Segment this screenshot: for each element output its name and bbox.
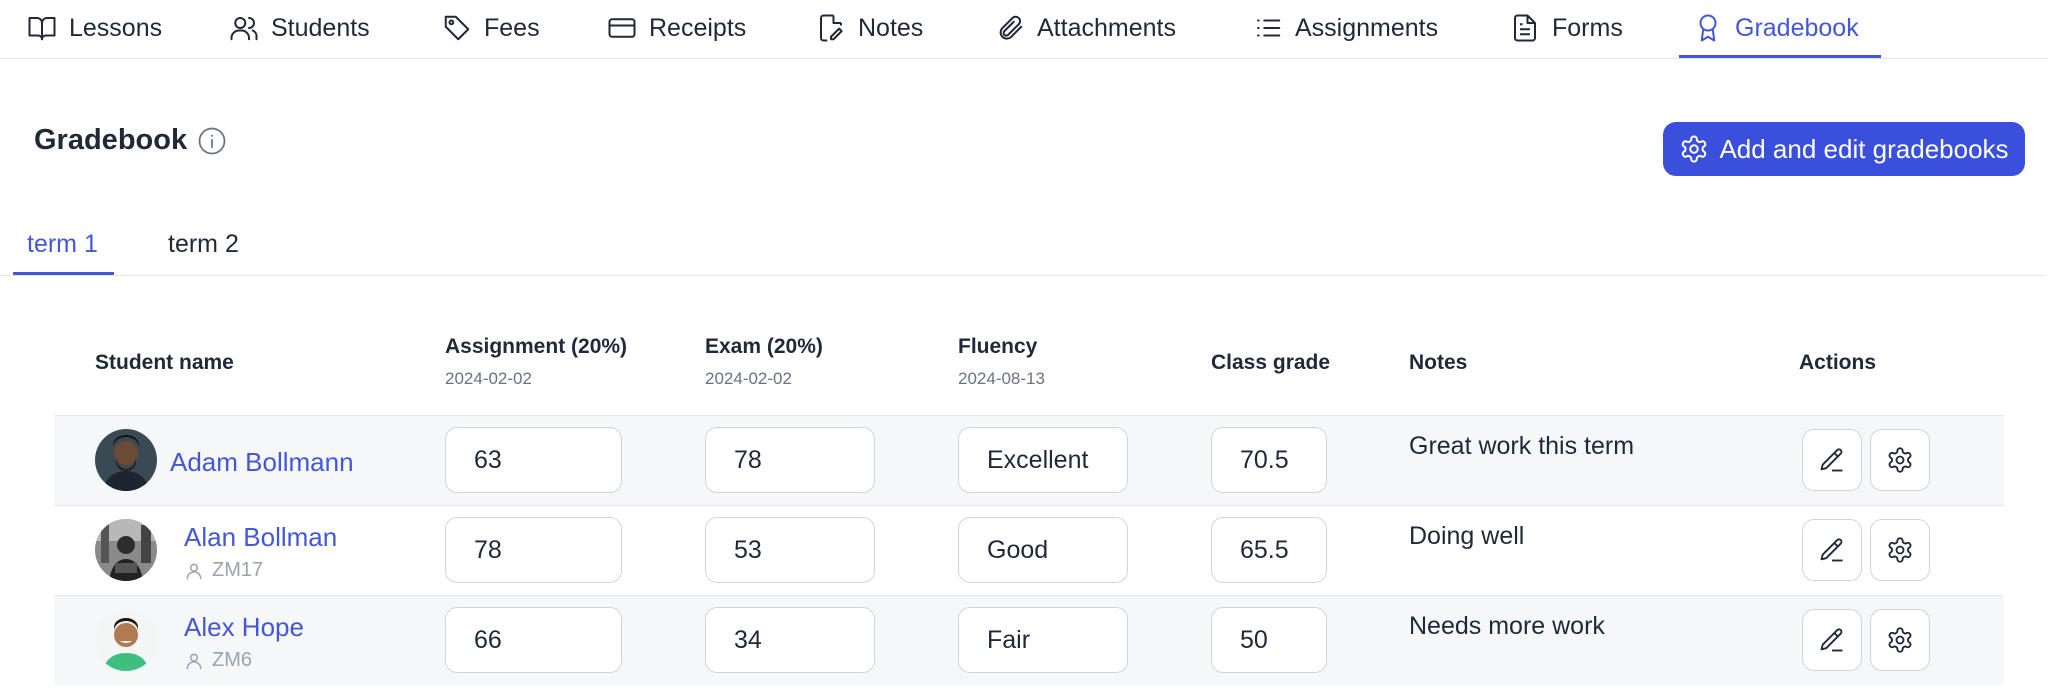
fluency-grade-input[interactable]: Good <box>958 517 1128 583</box>
nav-label: Attachments <box>1037 13 1176 42</box>
nav-gradebook[interactable]: Gradebook <box>1693 10 1859 46</box>
nav-label: Fees <box>484 13 540 42</box>
top-nav: Lessons Students Fees Receipts Notes Att… <box>0 0 2048 59</box>
fluency-grade-input[interactable]: Excellent <box>958 427 1128 493</box>
nav-label: Gradebook <box>1735 13 1859 42</box>
header-student-name: Student name <box>95 351 234 374</box>
credit-card-icon <box>607 13 637 43</box>
pencil-icon <box>1818 626 1846 654</box>
document-icon <box>1510 13 1540 43</box>
active-nav-indicator <box>1679 55 1881 58</box>
settings-button[interactable] <box>1870 609 1930 671</box>
page-title: Gradebook <box>34 124 188 156</box>
add-edit-gradebooks-label: Add and edit gradebooks <box>1719 133 2009 164</box>
nav-label: Assignments <box>1295 13 1439 42</box>
fluency-grade-input[interactable]: Fair <box>958 607 1128 673</box>
nav-fees[interactable]: Fees <box>442 10 540 46</box>
nav-forms[interactable]: Forms <box>1510 10 1623 46</box>
nav-receipts[interactable]: Receipts <box>607 10 746 46</box>
avatar <box>95 429 157 491</box>
tab-term-1[interactable]: term 1 <box>27 230 98 259</box>
gear-icon <box>1886 536 1914 564</box>
term-tabs: term 1 term 2 <box>0 220 2045 276</box>
nav-label: Forms <box>1552 13 1623 42</box>
assignment-grade-input[interactable]: 78 <box>445 517 622 583</box>
user-icon <box>184 651 204 671</box>
header-notes: Notes <box>1409 351 1468 374</box>
student-name-link[interactable]: Alex Hope <box>184 612 304 643</box>
nav-attachments[interactable]: Attachments <box>995 10 1176 46</box>
page-title-group: Gradebook <box>34 124 227 157</box>
student-id: ZM6 <box>184 649 252 672</box>
nav-label: Students <box>271 13 370 42</box>
avatar <box>95 519 157 581</box>
header-class-grade: Class grade <box>1211 351 1331 374</box>
student-id-value: ZM17 <box>212 559 264 581</box>
avatar <box>95 609 157 671</box>
users-icon <box>229 13 259 43</box>
nav-assignments[interactable]: Assignments <box>1253 10 1438 46</box>
student-note: Doing well <box>1409 522 1525 550</box>
edit-button[interactable] <box>1802 519 1862 581</box>
student-name-link[interactable]: Alan Bollman <box>184 522 337 553</box>
settings-button[interactable] <box>1870 429 1930 491</box>
header-actions: Actions <box>1799 351 1877 374</box>
exam-grade-input[interactable]: 53 <box>705 517 875 583</box>
gear-icon <box>1679 134 1709 164</box>
edit-button[interactable] <box>1802 609 1862 671</box>
header-exam: Exam (20%) <box>705 335 823 358</box>
edit-button[interactable] <box>1802 429 1862 491</box>
nav-notes[interactable]: Notes <box>816 10 923 46</box>
active-tab-indicator <box>13 272 114 275</box>
assignment-grade-input[interactable]: 63 <box>445 427 622 493</box>
exam-grade-input[interactable]: 34 <box>705 607 875 673</box>
add-edit-gradebooks-button[interactable]: Add and edit gradebooks <box>1663 122 2025 176</box>
user-icon <box>184 561 204 581</box>
nav-label: Lessons <box>69 13 163 42</box>
award-icon <box>1693 13 1723 43</box>
settings-button[interactable] <box>1870 519 1930 581</box>
student-name-link[interactable]: Adam Bollmann <box>170 447 354 478</box>
exam-grade-input[interactable]: 78 <box>705 427 875 493</box>
tag-icon <box>442 13 472 43</box>
paperclip-icon <box>995 13 1025 43</box>
gear-icon <box>1886 446 1914 474</box>
student-id: ZM17 <box>184 559 263 582</box>
info-icon[interactable] <box>197 126 227 156</box>
class-grade-value: 70.5 <box>1211 427 1327 493</box>
assignment-grade-input[interactable]: 66 <box>445 607 622 673</box>
student-note: Needs more work <box>1409 612 1605 640</box>
student-note: Great work this term <box>1409 432 1635 460</box>
list-icon <box>1253 13 1283 43</box>
header-fluency: Fluency <box>958 335 1038 358</box>
class-grade-value: 50 <box>1211 607 1327 673</box>
nav-label: Notes <box>858 13 924 42</box>
header-fluency-date: 2024-08-13 <box>958 369 1045 388</box>
header-assignment: Assignment (20%) <box>445 335 628 358</box>
nav-lessons[interactable]: Lessons <box>27 10 162 46</box>
file-edit-icon <box>816 13 846 43</box>
pencil-icon <box>1818 536 1846 564</box>
gear-icon <box>1886 626 1914 654</box>
header-assignment-date: 2024-02-02 <box>445 369 532 388</box>
pencil-icon <box>1818 446 1846 474</box>
tab-term-2[interactable]: term 2 <box>168 230 239 259</box>
header-exam-date: 2024-02-02 <box>705 369 792 388</box>
nav-label: Receipts <box>649 13 747 42</box>
nav-students[interactable]: Students <box>229 10 370 46</box>
student-id-value: ZM6 <box>212 649 252 671</box>
class-grade-value: 65.5 <box>1211 517 1327 583</box>
book-icon <box>27 13 57 43</box>
